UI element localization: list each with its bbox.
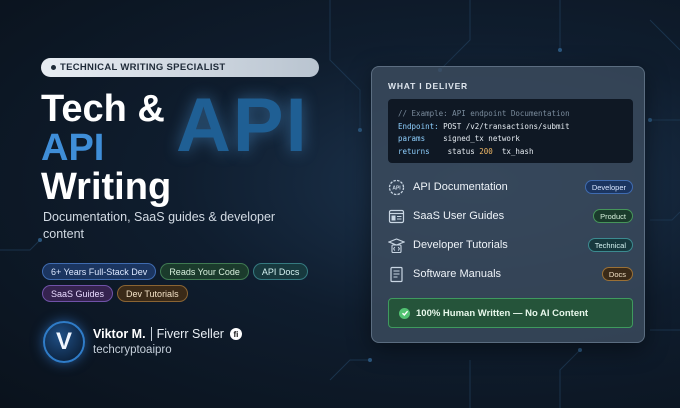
service-label: SaaS User Guides (413, 210, 505, 222)
code-endpoint-value: POST /v2/transactions/submit (443, 121, 570, 131)
check-icon (399, 307, 410, 319)
service-label: Developer Tutorials (413, 239, 508, 251)
code-comment: // Example: API endpoint Documentation (398, 109, 570, 118)
manual-book-icon (388, 266, 405, 283)
headline: Tech & API Writing (41, 90, 171, 207)
name-divider (150, 327, 152, 341)
tag: Reads Your Code (160, 263, 249, 280)
avatar: V (43, 321, 85, 363)
api-gear-icon: API (388, 179, 405, 196)
service-api-documentation: API API Documentation Developer (388, 177, 633, 197)
tag-row: 6+ Years Full-Stack Dev Reads Your Code … (42, 263, 322, 280)
headline-line-1: Tech & (41, 88, 165, 130)
skill-tags: 6+ Years Full-Stack Dev Reads Your Code … (42, 263, 322, 307)
service-pill: Technical (587, 238, 633, 252)
service-pill: Developer (584, 180, 633, 194)
service-pill: Docs (601, 267, 633, 281)
code-returns-field: tx_hash (501, 146, 534, 156)
service-pill: Product (593, 209, 633, 223)
deliverables-panel: WHAT I DELIVER // Example: API endpoint … (371, 66, 645, 343)
badge-label: TECHNICAL WRITING SPECIALIST (60, 62, 226, 73)
seller-role: Fiverr Seller (156, 327, 224, 341)
service-saas-user-guides: SaaS User Guides Product (388, 206, 633, 226)
subtitle: Documentation, SaaS guides & developer c… (43, 210, 276, 241)
human-written-label: 100% Human Written — No AI Content (416, 307, 589, 319)
seller-name: Viktor M. (93, 327, 146, 341)
code-endpoint-key: Endpoint: (398, 121, 439, 131)
graduation-code-icon (388, 237, 405, 254)
code-params-value: signed_tx network (443, 134, 520, 143)
service-label: API Documentation (413, 181, 508, 193)
api-watermark: API (176, 83, 309, 168)
fiverr-icon: fi (229, 328, 242, 340)
headline-line-3: Writing (41, 166, 172, 208)
service-software-manuals: Software Manuals Docs (388, 264, 633, 284)
tag: Dev Tutorials (117, 285, 188, 302)
code-returns-code: 200 (479, 146, 493, 156)
service-label: Software Manuals (413, 268, 502, 280)
tag: SaaS Guides (42, 285, 114, 302)
specialist-badge: TECHNICAL WRITING SPECIALIST (41, 58, 319, 77)
browser-window-icon (388, 208, 405, 225)
headline-line-2: API (41, 127, 105, 169)
code-snippet: // Example: API endpoint Documentation E… (388, 99, 633, 163)
tag-row: SaaS Guides Dev Tutorials (42, 285, 322, 302)
code-returns-key: returns (398, 146, 430, 156)
tag: API Docs (252, 263, 309, 280)
badge-dot-icon (51, 65, 56, 70)
service-developer-tutorials: Developer Tutorials Technical (388, 235, 633, 255)
code-params-key: params (398, 134, 426, 143)
tag: 6+ Years Full-Stack Dev (42, 263, 157, 280)
seller-handle: techcryptoaipro (93, 344, 172, 356)
seller-name-line: Viktor M. Fiverr Seller fi (93, 327, 242, 341)
human-written-badge: 100% Human Written — No AI Content (388, 298, 633, 328)
code-returns-status: status (447, 146, 475, 156)
svg-text:API: API (392, 185, 401, 191)
panel-title: WHAT I DELIVER (388, 81, 468, 91)
